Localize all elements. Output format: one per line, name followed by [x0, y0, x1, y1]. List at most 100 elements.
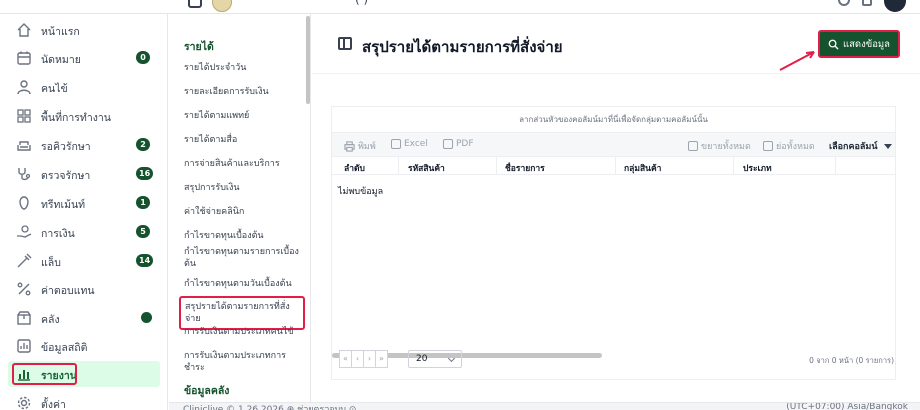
- submenu-item-income-by-media[interactable]: รายได้ตามสื่อ: [184, 134, 304, 146]
- pdf-button[interactable]: PDF: [443, 139, 474, 149]
- expand-all-label: ขยายทั้งหมด: [701, 142, 751, 152]
- submenu-item-payment-detail[interactable]: รายละเอียดการรับเงิน: [184, 86, 304, 98]
- sidebar-item-queue[interactable]: รอคิวรักษา 2: [8, 132, 160, 158]
- collapse-all-button[interactable]: ย่อทั้งหมด: [763, 139, 815, 153]
- sidebar-item-label: นัดหมาย: [41, 54, 81, 66]
- choose-columns-button[interactable]: เลือกคอลัมน์: [829, 139, 893, 153]
- pdf-label: PDF: [456, 139, 474, 149]
- submenu-item-payment-by-patient-type[interactable]: การรับเงินตามประเภทคนไข้: [184, 326, 304, 338]
- annotation-arrow: [779, 51, 815, 71]
- print-label: พิมพ์: [358, 142, 376, 152]
- search-icon: [828, 39, 839, 50]
- notification-icon[interactable]: [862, 0, 872, 6]
- top-bar: ( ): [0, 0, 920, 14]
- submenu-heading-inventory: ข้อมูลคลัง: [184, 385, 230, 397]
- page-size-select[interactable]: 20: [408, 350, 462, 368]
- sidebar-item-patients[interactable]: คนไข้: [8, 74, 160, 100]
- sidebar-item-appointments[interactable]: นัดหมาย 0: [8, 45, 160, 71]
- last-page-button[interactable]: »: [375, 350, 388, 368]
- submenu-scrollbar[interactable]: [306, 16, 310, 104]
- box-icon: [17, 311, 31, 325]
- sidebar-item-treatment[interactable]: ทรีทเม้นท์ 1: [8, 190, 160, 216]
- clinic-name-paren: ( ): [355, 0, 368, 6]
- sidebar: หน้าแรก นัดหมาย 0 คนไข้ พื้นที่การทำงาน …: [0, 14, 168, 410]
- count-badge: 2: [136, 138, 150, 151]
- choose-columns-label: เลือกคอลัมน์: [829, 142, 878, 152]
- excel-label: Excel: [404, 139, 428, 149]
- collapse-all-label: ย่อทั้งหมด: [776, 142, 815, 152]
- column-header-product-group[interactable]: กลุ่มสินค้า: [624, 161, 661, 175]
- footer-version: Cliniclive © 1.26.2026 ⊕ ช่วยตรวจบบ ⊙: [183, 405, 357, 410]
- sidebar-item-commission[interactable]: ค่าตอบแทน: [8, 276, 160, 302]
- count-badge: 16: [136, 167, 154, 180]
- sidebar-item-label: พื้นที่การทำงาน: [41, 112, 111, 124]
- print-button[interactable]: พิมพ์: [344, 139, 376, 153]
- report-submenu: รายได้ รายได้ประจำวัน รายละเอียดการรับเง…: [169, 14, 311, 402]
- sidebar-item-finance[interactable]: การเงิน 5: [8, 219, 160, 245]
- sidebar-item-label: รอคิวรักษา: [41, 141, 91, 153]
- stethoscope-icon: [18, 168, 31, 181]
- avatar[interactable]: [884, 0, 906, 12]
- submenu-item-daily-income[interactable]: รายได้ประจำวัน: [184, 62, 304, 74]
- sidebar-item-workspace[interactable]: พื้นที่การทำงาน: [8, 103, 160, 129]
- sofa-icon: [17, 141, 31, 151]
- sidebar-item-label: ข้อมูลสถิติ: [41, 342, 88, 354]
- grid-toolbar: พิมพ์ Excel PDF ขยายทั้งหมด ย่อทั้งหมด เ…: [332, 133, 895, 157]
- sidebar-item-label: ตรวจรักษา: [41, 170, 91, 182]
- page-title: สรุปรายได้ตามรายการที่สั่งจ่าย: [362, 38, 563, 56]
- column-header-type[interactable]: ประเภท: [743, 161, 772, 175]
- printer-icon: [344, 140, 355, 152]
- excel-icon: [391, 139, 401, 149]
- submenu-item-income-by-ordered-items[interactable]: สรุปรายได้ตามรายการที่สั่งจ่าย: [179, 296, 305, 330]
- submenu-item-income-by-doctor[interactable]: รายได้ตามแพทย์: [184, 110, 304, 122]
- show-data-button[interactable]: แสดงข้อมูล: [818, 30, 900, 58]
- sidebar-item-label: การเงิน: [41, 228, 75, 240]
- column-divider: [398, 157, 399, 175]
- expand-all-button[interactable]: ขยายทั้งหมด: [688, 139, 751, 153]
- submenu-item-profit-loss[interactable]: กำไรขาดทุนเบื้องต้น: [184, 230, 304, 242]
- help-icon[interactable]: [838, 0, 850, 6]
- page-header: สรุปรายได้ตามรายการที่สั่งจ่าย แสดงข้อมู…: [312, 14, 920, 74]
- sidebar-item-lab[interactable]: แล็บ 14: [8, 248, 160, 274]
- sidebar-item-label: คนไข้: [41, 83, 68, 95]
- group-panel-hint[interactable]: ลากส่วนหัวของคอลัมน์มาที่นี่เพื่อจัดกลุ่…: [332, 107, 895, 133]
- submenu-item-payment-summary[interactable]: สรุปการรับเงิน: [184, 182, 304, 194]
- submenu-item-clinic-expenses[interactable]: ค่าใช้จ่ายคลินิก: [184, 206, 304, 218]
- sidebar-item-label: คลัง: [41, 314, 60, 326]
- count-badge: 1: [136, 196, 150, 209]
- submenu-item-goods-services[interactable]: การจ่ายสินค้าและบริการ: [184, 158, 304, 170]
- sidebar-item-label: ตั้งค่า: [41, 399, 66, 410]
- sidebar-item-label: ค่าตอบแทน: [41, 285, 95, 297]
- pdf-icon: [443, 139, 453, 149]
- syringe-icon: [17, 253, 32, 268]
- excel-button[interactable]: Excel: [391, 139, 428, 149]
- treatment-icon: [19, 196, 29, 210]
- sidebar-item-label: หน้าแรก: [41, 26, 80, 38]
- workspace-icon: [17, 109, 31, 123]
- stats-icon: [17, 339, 31, 353]
- collapse-icon: [763, 141, 773, 151]
- column-header-no[interactable]: ลำดับ: [344, 161, 365, 175]
- footer: Cliniclive © 1.26.2026 ⊕ ช่วยตรวจบบ ⊙ (U…: [169, 402, 920, 410]
- no-data-message: ไม่พบข้อมูล: [338, 187, 384, 197]
- page-size-value: 20: [416, 354, 428, 364]
- column-header-item-name[interactable]: ชื่อรายการ: [505, 161, 545, 175]
- column-divider: [835, 157, 836, 175]
- sidebar-item-statistics[interactable]: ข้อมูลสถิติ: [8, 333, 160, 359]
- menu-toggle-icon[interactable]: [188, 0, 202, 8]
- sidebar-item-examination[interactable]: ตรวจรักษา 16: [8, 161, 160, 187]
- submenu-item-profit-loss-by-day[interactable]: กำไรขาดทุนตามวันเบื้องต้น: [184, 278, 304, 290]
- percent-icon: [17, 282, 31, 296]
- gear-icon: [17, 396, 31, 410]
- sidebar-panel-icon: [338, 37, 352, 50]
- count-badge: 0: [136, 51, 150, 64]
- sidebar-item-settings[interactable]: ตั้งค่า: [8, 390, 160, 410]
- calendar-icon: [17, 51, 31, 65]
- main-content: สรุปรายได้ตามรายการที่สั่งจ่าย แสดงข้อมู…: [312, 14, 920, 402]
- column-header-product-code[interactable]: รหัสสินค้า: [408, 161, 445, 175]
- sidebar-item-inventory[interactable]: คลัง: [8, 305, 160, 331]
- submenu-item-payment-by-method[interactable]: การรับเงินตามประเภทการชำระ: [184, 350, 304, 374]
- sidebar-item-home[interactable]: หน้าแรก: [8, 17, 160, 43]
- submenu-item-profit-loss-by-item[interactable]: กำไรขาดทุนตามรายการเบื้องต้น: [184, 246, 304, 270]
- count-badge: 5: [136, 225, 150, 238]
